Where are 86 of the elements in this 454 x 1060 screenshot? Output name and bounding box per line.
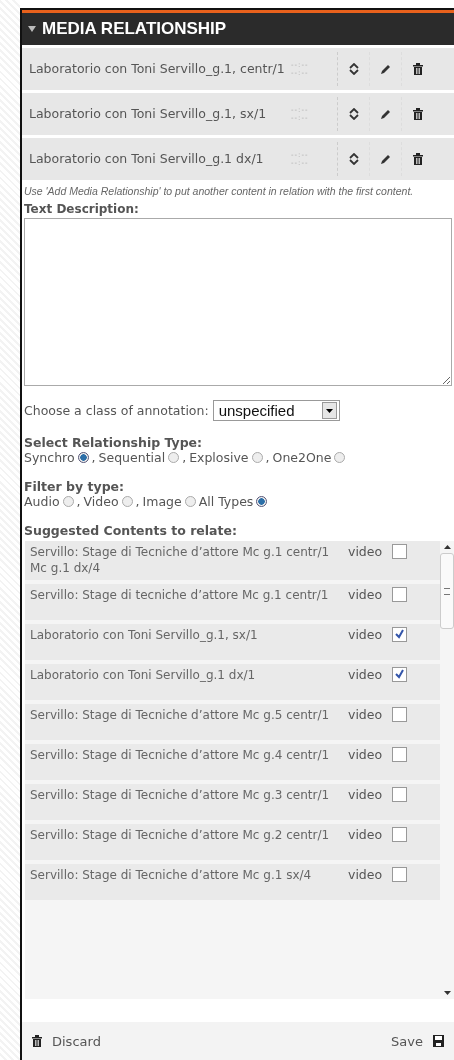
media-type: video <box>348 587 384 603</box>
suggestion-row[interactable]: Servillo: Stage di Tecniche d’attore Mc g.2 centr/1 video <box>25 824 440 860</box>
suggestion-title: Servillo: Stage di Tecniche d’attore Mc g.1 centr/1 Mc g.1 dx/4 <box>30 544 331 576</box>
media-type: video <box>348 787 384 803</box>
suggestion-row[interactable]: Laboratorio con Toni Servillo_g.1 dx/1 video <box>25 664 440 700</box>
suggestion-title: Servillo: Stage di Tecniche d’attore Mc g.3 centr/1 <box>30 787 331 803</box>
suggestion-row[interactable]: Servillo: Stage di tecniche d’attore Mc g.1 centr/1 video <box>25 584 440 620</box>
checkbox[interactable] <box>392 747 407 762</box>
section-label: Select Relationship Type: <box>23 434 204 450</box>
radio-button[interactable] <box>256 496 268 507</box>
suggestion-title: Servillo: Stage di Tecniche d’attore Mc g.5 centr/1 <box>30 707 331 723</box>
description-field[interactable] <box>24 218 452 386</box>
radio-button[interactable] <box>184 496 196 507</box>
radio-label: Synchro <box>24 450 75 465</box>
suggestion-row[interactable]: Servillo: Stage di Tecniche d’attore Mc g.1 centr/1 Mc g.1 dx/4 video <box>25 541 440 580</box>
media-type: video <box>348 827 384 843</box>
radio-button[interactable] <box>77 452 89 463</box>
floppy-disk-icon <box>433 1035 444 1047</box>
up-down-arrows-icon <box>348 63 359 75</box>
save-button[interactable]: Save <box>387 1031 448 1051</box>
annotation-dropdown[interactable]: unspecified <box>212 400 340 421</box>
media-type: video <box>348 544 384 560</box>
checkbox[interactable] <box>392 667 407 682</box>
suggestion-row[interactable]: Servillo: Stage di Tecniche d’attore Mc g.1 sx/4 video <box>25 864 440 900</box>
radio-label: One2One <box>272 450 332 465</box>
suggestion-row[interactable]: Laboratorio con Toni Servillo_g.1, sx/1 video <box>25 624 440 660</box>
panel-header[interactable]: MEDIA RELATIONSHIP <box>22 10 454 45</box>
separator-text: , <box>76 494 81 509</box>
relation-title: Laboratorio con Toni Servillo_g.1, centr/1 <box>29 61 286 77</box>
media-type: video <box>348 747 384 763</box>
suggestion-title: Laboratorio con Toni Servillo_g.1, sx/1 <box>30 627 259 643</box>
relation-title: Laboratorio con Toni Servillo_g.1, sx/1 <box>29 106 268 122</box>
checkbox[interactable] <box>392 827 407 842</box>
trash-icon <box>32 1035 42 1047</box>
hint-text: Use 'Add Media Relationship' to put another content in relation with the first content. <box>23 184 415 198</box>
field-label: Choose a class of annotation: <box>24 403 209 418</box>
field-label: Text Description: <box>23 201 140 218</box>
separator-text: , <box>91 450 96 465</box>
scroll-down-icon[interactable] <box>443 991 451 995</box>
radio-button[interactable] <box>334 452 346 463</box>
media-type: video <box>348 667 384 683</box>
pencil-icon <box>380 108 391 120</box>
radio-button[interactable] <box>251 452 263 463</box>
trash-icon <box>413 63 423 75</box>
suggestion-title: Servillo: Stage di Tecniche d’attore Mc g.1 sx/4 <box>30 867 313 883</box>
suggestion-row[interactable]: Servillo: Stage di Tecniche d’attore Mc g.5 centr/1 video <box>25 704 440 740</box>
relation-title: Laboratorio con Toni Servillo_g.1 dx/1 <box>29 151 265 167</box>
radio-label: All Types <box>198 494 254 509</box>
panel-title: MEDIA RELATIONSHIP <box>42 19 227 39</box>
up-down-arrows-icon <box>348 153 359 165</box>
separator-text: , <box>182 450 187 465</box>
caret-icon <box>28 26 36 32</box>
media-type: video <box>348 627 384 643</box>
separator-text: , <box>135 494 140 509</box>
checkbox[interactable] <box>392 544 407 559</box>
radio-label: Video <box>83 494 119 509</box>
checkbox[interactable] <box>392 867 407 882</box>
radio-label: Sequential <box>98 450 166 465</box>
checkbox[interactable] <box>392 707 407 722</box>
suggestion-row[interactable]: Servillo: Stage di Tecniche d’attore Mc g.4 centr/1 video <box>25 744 440 780</box>
up-down-arrows-icon <box>348 108 359 120</box>
section-label: Suggested Contents to relate: <box>23 522 238 540</box>
separator-text: , <box>265 450 270 465</box>
scroll-up-icon[interactable] <box>443 545 451 549</box>
pencil-icon <box>380 153 391 165</box>
suggestion-title: Servillo: Stage di Tecniche d’attore Mc g.2 centr/1 <box>30 827 331 843</box>
checkbox[interactable] <box>392 627 407 642</box>
radio-button[interactable] <box>62 496 74 507</box>
suggestion-row[interactable]: Servillo: Stage di Tecniche d’attore Mc g.3 centr/1 video <box>25 784 440 820</box>
checkbox[interactable] <box>392 787 407 802</box>
trash-icon <box>413 108 423 120</box>
media-type: video <box>348 707 384 723</box>
suggestion-title: Servillo: Stage di tecniche d’attore Mc g.1 centr/1 <box>30 587 330 603</box>
trash-icon <box>413 153 423 165</box>
pencil-icon <box>380 63 391 75</box>
section-label: Filter by type: <box>23 478 126 494</box>
checkbox[interactable] <box>392 587 407 602</box>
radio-button[interactable] <box>168 452 180 463</box>
radio-label: Explosive <box>189 450 249 465</box>
media-type: video <box>348 867 384 883</box>
radio-button[interactable] <box>121 496 133 507</box>
radio-label: Audio <box>24 494 60 509</box>
suggestion-title: Servillo: Stage di Tecniche d’attore Mc g.4 centr/1 <box>30 747 331 763</box>
radio-label: Image <box>142 494 182 509</box>
discard-button[interactable]: Discard <box>28 1031 105 1051</box>
suggestion-title: Laboratorio con Toni Servillo_g.1 dx/1 <box>30 667 257 683</box>
